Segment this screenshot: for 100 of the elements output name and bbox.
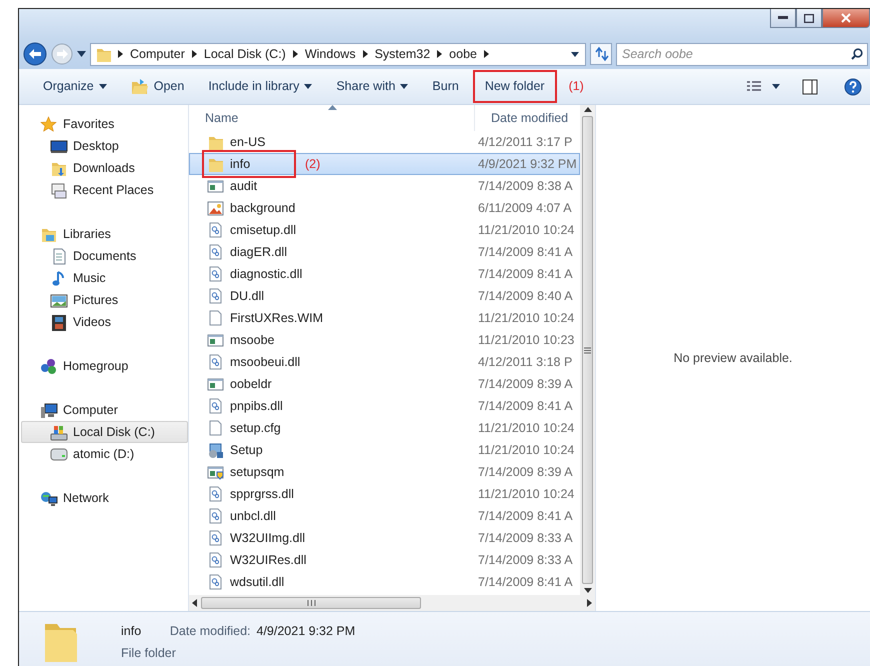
scroll-down-arrow-icon[interactable]: [584, 588, 592, 593]
toolbar-button[interactable]: Include in library: [198, 72, 322, 101]
file-name[interactable]: FirstUXRes.WIM: [205, 306, 328, 330]
breadcrumb-item[interactable]: Windows: [304, 44, 356, 64]
program-window-icon: [207, 332, 225, 348]
scroll-right-arrow-icon[interactable]: [587, 599, 592, 607]
nav-item[interactable]: Documents: [21, 245, 188, 267]
date-modified: 7/14/2009 8:41 A: [477, 574, 573, 591]
date-modified: 7/14/2009 8:33 A: [477, 552, 573, 569]
caret-icon: [772, 84, 780, 89]
open-folder-icon: [130, 78, 149, 95]
date-modified: 11/21/2010 10:24: [477, 222, 574, 239]
file-name[interactable]: spprgrss.dll: [205, 482, 298, 506]
nav-item[interactable]: Favorites: [21, 113, 188, 135]
maximize-button[interactable]: [796, 9, 822, 28]
preview-pane-icon[interactable]: [802, 78, 818, 94]
grip-icon: [584, 346, 591, 354]
caret-icon: [98, 84, 107, 89]
date-modified: 7/14/2009 8:41 A: [477, 244, 573, 261]
chevron-icon: [484, 50, 489, 58]
windows-drive-icon: [50, 424, 68, 440]
toolbar-button[interactable]: Open: [120, 72, 194, 101]
close-icon: [841, 13, 851, 23]
chevron-icon: [192, 50, 197, 58]
nav-item[interactable]: Computer: [21, 399, 188, 421]
date-modified: 11/21/2010 10:24: [477, 442, 574, 459]
homegroup-icon: [40, 358, 58, 374]
breadcrumb-item[interactable]: oobe: [449, 44, 477, 64]
file-name[interactable]: Setup: [205, 438, 293, 462]
nav-item[interactable]: Music: [21, 267, 188, 289]
recent-pages-caret-icon[interactable]: [77, 51, 86, 57]
toolbar-button[interactable]: Burn: [422, 72, 469, 101]
date-modified: 7/14/2009 8:40 A: [477, 288, 573, 305]
file-name[interactable]: msoobe: [205, 328, 293, 352]
file-name[interactable]: en-US: [205, 130, 293, 154]
folder-icon: [95, 46, 111, 62]
horizontal-scrollbar[interactable]: [189, 595, 595, 611]
date-modified: 7/14/2009 8:38 A: [477, 178, 573, 195]
file-name[interactable]: pnpibs.dll: [205, 394, 293, 418]
search-field[interactable]: Search oobe: [616, 42, 868, 66]
file-name[interactable]: W32UIImg.dll: [205, 526, 310, 550]
chevron-icon: [292, 50, 298, 58]
nav-item[interactable]: Libraries: [21, 223, 188, 245]
date-modified: 4/12/2011 3:18 P: [477, 354, 572, 371]
computer-icon: [40, 402, 58, 418]
chevron-icon: [118, 50, 123, 58]
scroll-left-arrow-icon[interactable]: [192, 599, 197, 607]
breadcrumb-item[interactable]: Local Disk (C:): [204, 44, 286, 64]
nav-item[interactable]: atomic (D:): [21, 443, 188, 465]
date-modified: 4/12/2011 3:17 P: [477, 134, 572, 151]
picture-icon: [50, 292, 68, 308]
column-header[interactable]: Date modified: [475, 105, 568, 131]
date-modified: 7/14/2009 8:33 A: [477, 530, 573, 547]
nav-item[interactable]: Downloads: [21, 157, 188, 179]
annotation-label: (1): [568, 78, 584, 96]
nav-item[interactable]: Videos: [21, 311, 188, 333]
back-button[interactable]: [23, 42, 47, 66]
file-name[interactable]: unbcl.dll: [205, 504, 293, 528]
file-name[interactable]: setupsqm: [205, 460, 293, 484]
chevron-icon: [437, 50, 442, 58]
grip-icon: [306, 600, 316, 606]
monitor-icon: [50, 138, 68, 154]
file-name[interactable]: oobeldr: [205, 372, 293, 396]
file-name[interactable]: background: [205, 196, 300, 220]
toolbar-button[interactable]: New folder: [472, 70, 557, 103]
toolbar-button[interactable]: Organize: [33, 72, 117, 101]
nav-item[interactable]: Local Disk (C:): [21, 421, 188, 443]
selected-row-highlight[interactable]: info (2) 4/9/2021 9:32 PM: [189, 153, 580, 175]
minimize-button[interactable]: [770, 9, 796, 28]
refresh-button[interactable]: [590, 43, 612, 65]
address-bar[interactable]: Computer Local Disk (C:) Windows System32 oobe: [90, 42, 586, 66]
nav-item[interactable]: Pictures: [21, 289, 188, 311]
close-button[interactable]: [822, 9, 870, 28]
file-name[interactable]: wdsutil.dll: [205, 570, 293, 594]
toolbar-button[interactable]: Share with: [326, 72, 418, 101]
nav-item[interactable]: Desktop: [21, 135, 188, 157]
vertical-scrollbar[interactable]: [580, 105, 595, 595]
recent-places-icon: [50, 182, 68, 198]
scroll-up-arrow-icon[interactable]: [584, 107, 592, 112]
file-name[interactable]: audit: [205, 174, 293, 198]
file-name[interactable]: diagER.dll: [205, 240, 293, 264]
help-icon[interactable]: [844, 78, 862, 96]
chevron-icon: [362, 50, 368, 58]
file-name[interactable]: info: [205, 152, 293, 176]
nav-item[interactable]: Network: [21, 487, 188, 509]
breadcrumb-item[interactable]: Computer: [130, 44, 185, 64]
file-name[interactable]: cmisetup.dll: [205, 218, 300, 242]
file-name[interactable]: W32UIRes.dll: [205, 548, 310, 572]
date-label: Date modified:: [170, 623, 250, 640]
file-name[interactable]: setup.cfg: [205, 416, 293, 440]
caret-icon: [571, 52, 579, 56]
date-modified: 6/11/2009 4:07 A: [477, 200, 572, 217]
file-name[interactable]: diagnostic.dll: [205, 262, 306, 286]
file-name[interactable]: msoobeui.dll: [205, 350, 304, 374]
nav-item[interactable]: Recent Places: [21, 179, 188, 201]
minimize-icon: [778, 16, 788, 20]
file-name[interactable]: DU.dll: [205, 284, 293, 308]
nav-item[interactable]: Homegroup: [21, 355, 188, 377]
breadcrumb-item[interactable]: System32: [374, 44, 430, 64]
column-header[interactable]: Name: [189, 105, 475, 131]
